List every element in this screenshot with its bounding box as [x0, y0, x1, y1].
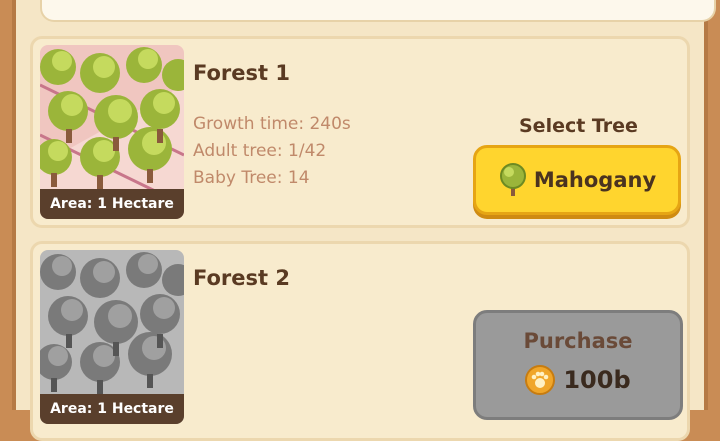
forest-card-2: Area: 1 Hectare Forest 2 Purchase 100b: [30, 241, 690, 441]
growth-time-text: Growth time: 240s: [193, 114, 351, 134]
forest-title: Forest 1: [193, 61, 290, 85]
purchase-label: Purchase: [523, 329, 633, 353]
forest-stats: Growth time: 240s Adult tree: 1/42 Baby …: [193, 111, 351, 192]
price-value: 100b: [563, 366, 631, 394]
forest-thumbnail: Area: 1 Hectare: [40, 45, 184, 219]
price: 100b: [476, 365, 680, 395]
tree-name-label: Mahogany: [533, 168, 657, 192]
baby-tree-text: Baby Tree: 14: [193, 168, 310, 188]
area-label: Area: 1 Hectare: [40, 189, 184, 219]
purchase-button[interactable]: Purchase 100b: [473, 310, 683, 420]
top-panel-edge: [40, 0, 716, 22]
tree-icon: [499, 163, 526, 196]
forest-thumbnail-locked: Area: 1 Hectare: [40, 250, 184, 424]
area-label: Area: 1 Hectare: [40, 394, 184, 424]
forest-card-1: Area: 1 Hectare Forest 1 Growth time: 24…: [30, 36, 690, 228]
adult-tree-text: Adult tree: 1/42: [193, 141, 327, 161]
forest-title: Forest 2: [193, 266, 290, 290]
paw-coin-icon: [525, 365, 556, 395]
select-tree-button[interactable]: Mahogany: [473, 145, 681, 215]
select-tree-label: Select Tree: [519, 115, 638, 137]
